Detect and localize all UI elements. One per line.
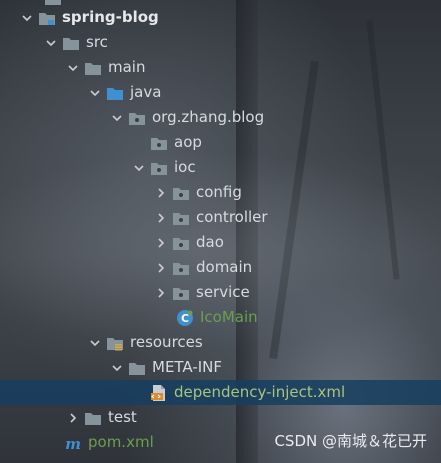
tree-item-label: aop — [174, 133, 202, 151]
chevron-down-icon[interactable] — [88, 80, 102, 105]
tree-item-config[interactable]: config — [0, 180, 441, 205]
package-icon — [172, 184, 190, 202]
chevron-down-icon[interactable] — [66, 55, 80, 80]
chevron-right-icon[interactable] — [154, 230, 168, 255]
chevron-down-icon[interactable] — [110, 355, 124, 380]
tree-item-label: src — [86, 33, 108, 51]
chevron-right-icon[interactable] — [66, 405, 80, 430]
package-icon — [172, 209, 190, 227]
chevron-right-icon[interactable] — [154, 255, 168, 280]
tree-item-spring-blog[interactable]: spring-blog — [0, 5, 441, 30]
tree-item-label: test — [108, 408, 137, 426]
tree-item-label: main — [108, 58, 146, 76]
chevron-right-icon[interactable] — [154, 280, 168, 305]
package-icon — [172, 234, 190, 252]
tree-item-label: domain — [196, 258, 253, 276]
tree-item-label: pom.xml — [88, 433, 154, 451]
tree-item-dao[interactable]: dao — [0, 230, 441, 255]
tree-item-controller[interactable]: controller — [0, 205, 441, 230]
tree-item-aop[interactable]: aop — [0, 130, 441, 155]
source-root-folder-icon — [106, 84, 124, 102]
package-icon — [128, 109, 146, 127]
tree-item-domain[interactable]: domain — [0, 255, 441, 280]
chevron-right-icon[interactable] — [154, 180, 168, 205]
package-icon — [172, 259, 190, 277]
chevron-down-icon[interactable] — [44, 30, 58, 55]
tree-item-label: spring-blog — [62, 8, 159, 26]
module-folder-icon — [38, 9, 56, 27]
chevron-down-icon[interactable] — [110, 105, 124, 130]
tree-item-label: resources — [130, 333, 203, 351]
tree-item-src[interactable]: src — [0, 30, 441, 55]
tree-item-label: service — [196, 283, 250, 301]
tree-item-label: dao — [196, 233, 224, 251]
package-icon — [150, 159, 168, 177]
tree-item-dependency-inject-xml[interactable]: dependency-inject.xml — [0, 380, 441, 405]
tree-item-label: java — [130, 83, 162, 101]
xml-file-icon — [150, 384, 168, 402]
tree-item-resources[interactable]: resources — [0, 330, 441, 355]
tree-item-icomain[interactable]: C IcoMain — [0, 305, 441, 330]
tree-item-main[interactable]: main — [0, 55, 441, 80]
tree-item-label: org.zhang.blog — [152, 108, 265, 126]
tree-item-ioc[interactable]: ioc — [0, 155, 441, 180]
tree-item-label: dependency-inject.xml — [174, 383, 346, 401]
tree-item-label: controller — [196, 208, 268, 226]
java-class-icon: C — [176, 309, 194, 327]
tree-item-org-zhang-blog[interactable]: org.zhang.blog — [0, 105, 441, 130]
chevron-down-icon[interactable] — [132, 155, 146, 180]
package-icon — [150, 134, 168, 152]
folder-icon — [128, 359, 146, 377]
tree-item-label: META-INF — [152, 358, 223, 376]
chevron-down-icon[interactable] — [88, 330, 102, 355]
tree-item-java[interactable]: java — [0, 80, 441, 105]
folder-icon — [84, 409, 102, 427]
csdn-watermark: CSDN @南城＆花已开 — [274, 432, 427, 450]
package-icon — [172, 284, 190, 302]
svg-text:m: m — [65, 435, 81, 452]
folder-icon — [62, 34, 80, 52]
resources-folder-icon — [106, 334, 124, 352]
tree-item-meta-inf[interactable]: META-INF — [0, 355, 441, 380]
tree-item-service[interactable]: service — [0, 280, 441, 305]
folder-icon — [84, 59, 102, 77]
tree-item-label: ioc — [174, 158, 196, 176]
maven-file-icon: m — [64, 434, 82, 452]
chevron-down-icon[interactable] — [20, 5, 34, 30]
chevron-right-icon[interactable] — [154, 205, 168, 230]
tree-item-test[interactable]: test — [0, 405, 441, 430]
tree-item-label: IcoMain — [200, 308, 258, 326]
tree-item-label: config — [196, 183, 242, 201]
